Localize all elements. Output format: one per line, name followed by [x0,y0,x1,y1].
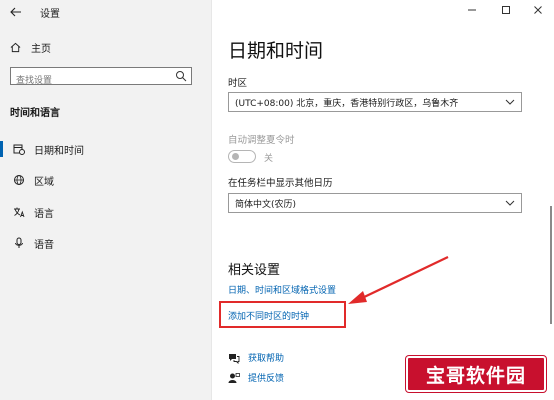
home-nav-item[interactable]: 主页 [10,40,51,55]
sidebar-section-title: 时间和语言 [10,108,60,119]
help-chat-icon [228,352,240,364]
home-label: 主页 [31,44,51,55]
page-title: 日期和时间 [228,40,324,62]
calendar-label: 在任务栏中显示其他日历 [228,178,333,189]
timezone-dropdown[interactable]: (UTC+08:00) 北京，重庆，香港特别行政区，乌鲁木齐 [228,92,522,112]
sidebar-item-region[interactable]: 区域 [0,169,211,191]
microphone-icon [12,237,26,249]
timezone-value: (UTC+08:00) 北京，重庆，香港特别行政区，乌鲁木齐 [235,98,459,109]
sidebar-item-language[interactable]: 语言 [0,201,211,223]
sidebar: 主页 时间和语言 日期和时间 区域 [0,0,212,400]
dst-toggle[interactable] [228,150,256,163]
watermark-logo: 宝哥软件园 [406,356,546,392]
feedback-icon [228,372,240,384]
globe-icon [12,174,26,186]
timezone-label: 时区 [228,78,248,89]
sidebar-item-date-time[interactable]: 日期和时间 [0,138,211,160]
window-title: 设置 [40,9,60,20]
sidebar-item-label: 语音 [34,239,54,251]
watermark-text: 宝哥软件园 [425,364,526,387]
date-time-region-format-link[interactable]: 日期、时间和区域格式设置 [228,283,336,296]
chevron-down-icon [505,99,515,105]
toggle-knob [232,153,239,160]
calendar-clock-icon [12,143,26,155]
main-content: 日期和时间 时区 (UTC+08:00) 北京，重庆，香港特别行政区，乌鲁木齐 … [212,0,554,400]
back-button[interactable] [6,3,26,21]
sidebar-item-label: 区域 [34,176,54,188]
back-arrow-icon [10,7,21,17]
sidebar-item-label: 日期和时间 [34,145,84,157]
highlight-box [219,301,346,328]
chevron-down-icon [505,200,515,206]
scrollbar[interactable] [550,206,552,324]
search-icon[interactable] [175,70,187,82]
feedback-label: 提供反馈 [248,374,285,384]
sidebar-item-speech[interactable]: 语音 [0,232,211,254]
search-input[interactable] [11,73,166,89]
get-help-link[interactable]: 获取帮助 [228,351,284,364]
language-icon [12,206,26,218]
get-help-label: 获取帮助 [248,354,285,364]
dst-toggle-state: 关 [264,154,274,164]
dst-label: 自动调整夏令时 [228,135,295,146]
sidebar-item-label: 语言 [34,208,54,220]
calendar-value: 简体中文(农历) [235,199,297,210]
home-icon [10,42,21,53]
calendar-dropdown[interactable]: 简体中文(农历) [228,193,522,213]
related-settings-title: 相关设置 [228,263,281,278]
search-box[interactable] [10,67,192,89]
feedback-link[interactable]: 提供反馈 [228,371,284,384]
